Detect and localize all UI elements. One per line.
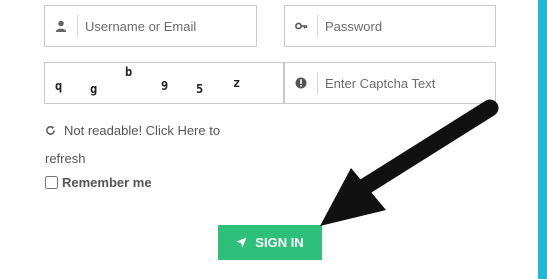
pointer-arrow	[320, 99, 499, 226]
